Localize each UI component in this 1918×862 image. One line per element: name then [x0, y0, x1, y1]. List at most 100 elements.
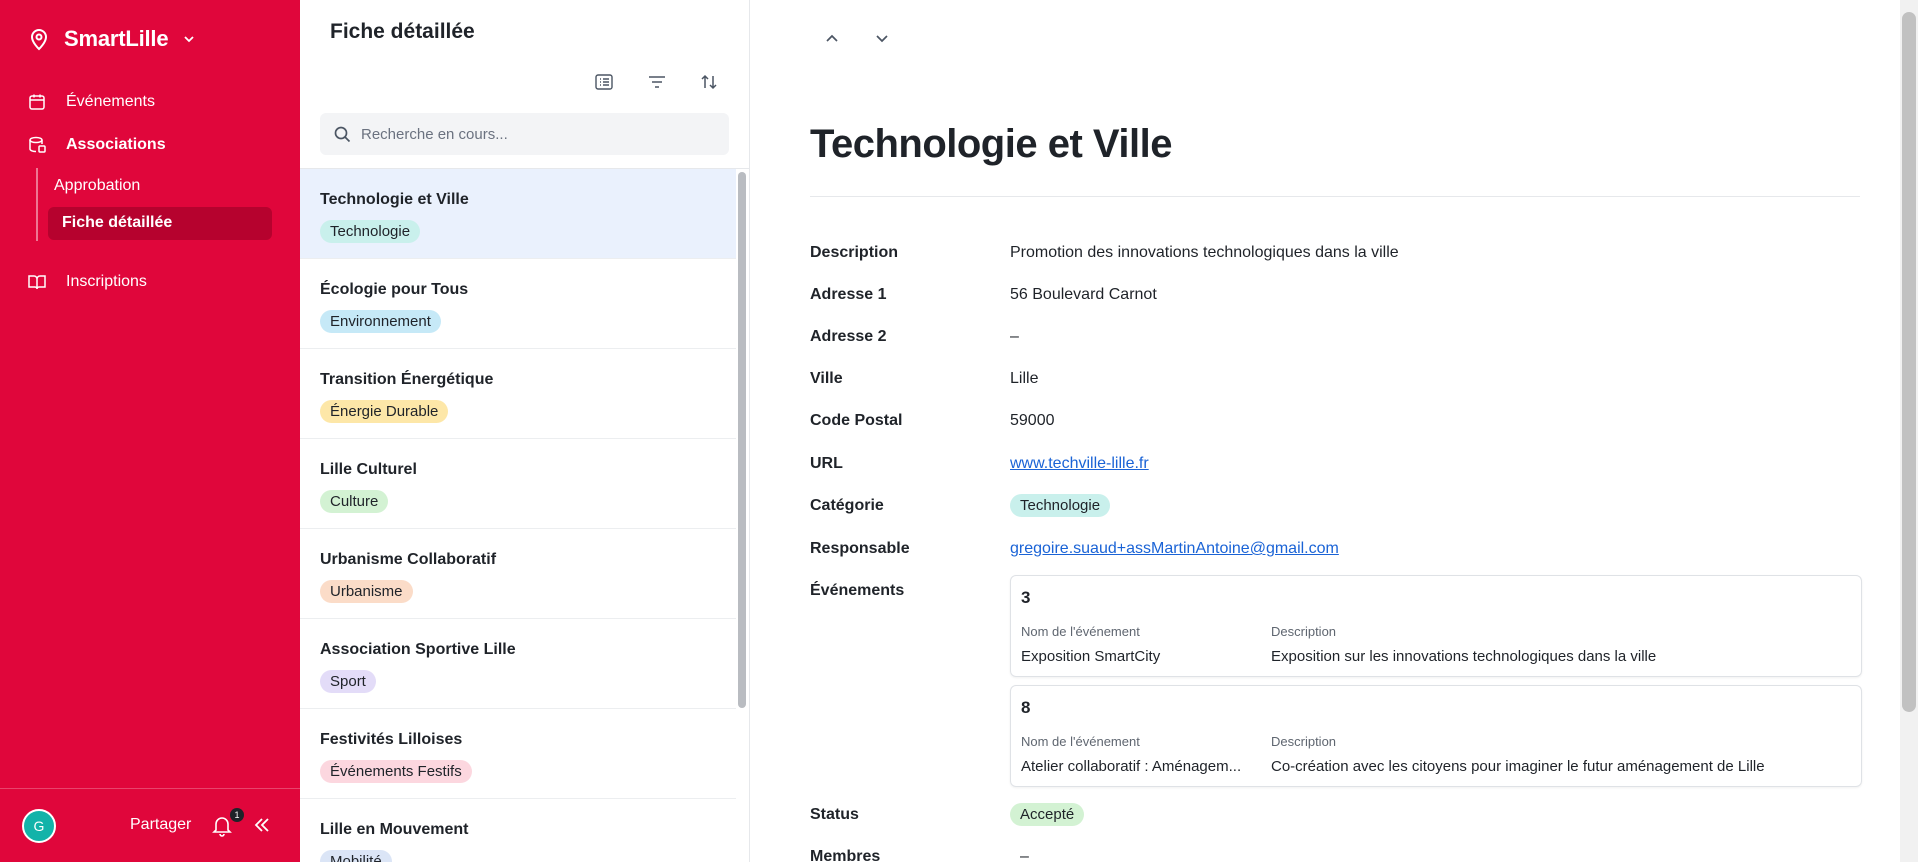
field-label-status: Status — [810, 806, 859, 823]
page-scrollbar[interactable] — [1900, 0, 1918, 862]
list-item[interactable]: Association Sportive Lille Sport — [300, 619, 736, 709]
app-name: SmartLille — [64, 26, 169, 51]
field-label-ville: Ville — [810, 370, 843, 387]
divider — [810, 196, 1860, 197]
sidebar-item-inscriptions[interactable]: Inscriptions — [28, 273, 147, 291]
list-item[interactable]: Technologie et Ville Technologie — [300, 169, 736, 259]
event-name-header: Nom de l'événement — [1021, 624, 1140, 639]
field-value-description[interactable]: Promotion des innovations technologiques… — [1010, 244, 1399, 262]
category-tag: Technologie — [1010, 494, 1111, 517]
sidebar-footer: G Partager 1 — [0, 788, 300, 862]
association-name: Association Sportive Lille — [320, 641, 516, 658]
filter-icon — [649, 76, 665, 88]
map-pin-icon — [30, 29, 48, 51]
field-value-adresse1[interactable]: 56 Boulevard Carnot — [1010, 286, 1157, 304]
workspace-switcher[interactable]: SmartLille — [28, 26, 196, 52]
sidebar-item-evenements[interactable]: Événements — [28, 93, 155, 111]
list-item[interactable]: Transition Énergétique Énergie Durable — [300, 349, 736, 439]
status-badge: Accepté — [1010, 803, 1085, 826]
field-value-code-postal[interactable]: 59000 — [1010, 412, 1055, 430]
filter-button[interactable] — [647, 72, 667, 92]
field-label-evenements: Événements — [810, 582, 905, 599]
category-tag: Énergie Durable — [320, 400, 449, 423]
chevron-down-icon[interactable] — [872, 28, 892, 48]
association-name: Festivités Lilloises — [320, 731, 463, 748]
event-card[interactable]: 8 Nom de l'événement Description Atelier… — [1010, 685, 1862, 787]
page-scrollbar-thumb[interactable] — [1902, 12, 1916, 712]
event-description-header: Description — [1271, 734, 1337, 749]
association-list: Technologie et Ville Technologie Écologie … — [300, 169, 736, 862]
event-name: Exposition SmartCity — [1021, 648, 1161, 665]
category-tag: Sport — [320, 670, 376, 693]
event-card[interactable]: 3 Nom de l'événement Description Exposit… — [1010, 575, 1862, 677]
share-button[interactable]: Partager — [130, 816, 191, 834]
association-name: Lille Culturel — [320, 461, 417, 478]
responsable-email-link[interactable]: gregoire.suaud+assMartinAntoine@gmail.co… — [1010, 540, 1339, 557]
association-name: Technologie et Ville — [320, 191, 469, 208]
list-item[interactable]: Lille Culturel Culture — [300, 439, 736, 529]
list-item[interactable]: Festivités Lilloises Événements Festifs — [300, 709, 736, 799]
field-value-adresse2[interactable]: – — [1010, 328, 1019, 346]
chevron-up-icon[interactable] — [822, 28, 842, 48]
chevron-down-icon — [184, 36, 195, 43]
category-tag: Mobilité — [320, 850, 392, 862]
list-item[interactable]: Écologie pour Tous Environnement — [300, 259, 736, 349]
notification-badge: 1 — [230, 808, 244, 822]
url-link[interactable]: www.techville-lille.fr — [1010, 455, 1149, 472]
sidebar-subitem-approbation[interactable]: Approbation — [54, 177, 140, 195]
avatar[interactable]: G — [22, 809, 56, 843]
field-label-adresse1: Adresse 1 — [810, 286, 887, 303]
field-value-responsable: gregoire.suaud+assMartinAntoine@gmail.co… — [1010, 540, 1339, 558]
search-bar — [320, 113, 729, 155]
detail-panel: Technologie et Ville Description Promoti… — [750, 0, 1918, 862]
search-icon — [334, 126, 351, 142]
association-name: Transition Énergétique — [320, 371, 494, 388]
page-title: Technologie et Ville — [810, 122, 1172, 166]
sidebar-item-label: Associations — [66, 136, 166, 153]
collapse-sidebar-icon[interactable] — [252, 815, 272, 835]
list-item[interactable]: Lille en Mouvement Mobilité — [300, 799, 736, 862]
sidebar-item-label: Événements — [66, 93, 155, 110]
field-label-categorie: Catégorie — [810, 497, 884, 514]
field-label-adresse2: Adresse 2 — [810, 328, 887, 345]
category-tag: Environnement — [320, 310, 441, 333]
sidebar: SmartLille Événements Associations Appro… — [0, 0, 300, 862]
list-title: Fiche détaillée — [330, 20, 475, 43]
event-name: Atelier collaboratif : Aménagem... — [1021, 758, 1242, 775]
field-value-status[interactable]: Accepté — [1010, 803, 1085, 826]
list-item[interactable]: Urbanisme Collaboratif Urbanisme — [300, 529, 736, 619]
field-label-code-postal: Code Postal — [810, 412, 903, 429]
event-id: 3 — [1021, 588, 1031, 607]
list-scrollbar[interactable] — [738, 172, 746, 708]
association-name: Écologie pour Tous — [320, 281, 469, 298]
database-icon — [29, 136, 46, 153]
field-value-url: www.techville-lille.fr — [1010, 455, 1149, 473]
view-options-button[interactable] — [594, 72, 614, 92]
association-name: Urbanisme Collaboratif — [320, 551, 497, 568]
field-value-membres[interactable]: – — [1020, 848, 1029, 862]
field-label-membres: Membres — [810, 848, 881, 862]
sidebar-item-associations[interactable]: Associations — [28, 136, 166, 154]
search-input[interactable] — [361, 125, 721, 143]
field-label-description: Description — [810, 244, 899, 261]
event-description-header: Description — [1271, 624, 1337, 639]
sort-icon — [701, 74, 717, 90]
sort-button[interactable] — [699, 72, 719, 92]
category-tag: Événements Festifs — [320, 760, 472, 783]
field-value-categorie[interactable]: Technologie — [1010, 494, 1111, 517]
association-name: Lille en Mouvement — [320, 821, 469, 838]
associations-subnav: Approbation Fiche détaillée — [36, 168, 276, 241]
field-value-ville[interactable]: Lille — [1010, 370, 1038, 388]
sidebar-subitem-fiche-detaillee[interactable]: Fiche détaillée — [48, 207, 272, 240]
event-name-header: Nom de l'événement — [1021, 734, 1140, 749]
calendar-icon — [29, 94, 45, 110]
list-view-icon — [595, 74, 613, 90]
event-description: Co-création avec les citoyens pour imagi… — [1271, 758, 1765, 775]
bell-icon[interactable] — [212, 815, 232, 837]
sidebar-item-label: Inscriptions — [66, 273, 147, 290]
field-label-responsable: Responsable — [810, 540, 910, 557]
book-open-icon — [28, 275, 46, 290]
category-tag: Technologie — [320, 220, 421, 243]
event-description: Exposition sur les innovations technolog… — [1271, 648, 1657, 665]
association-list-panel: Fiche détaillée Technologie et VilleTech… — [300, 0, 750, 862]
